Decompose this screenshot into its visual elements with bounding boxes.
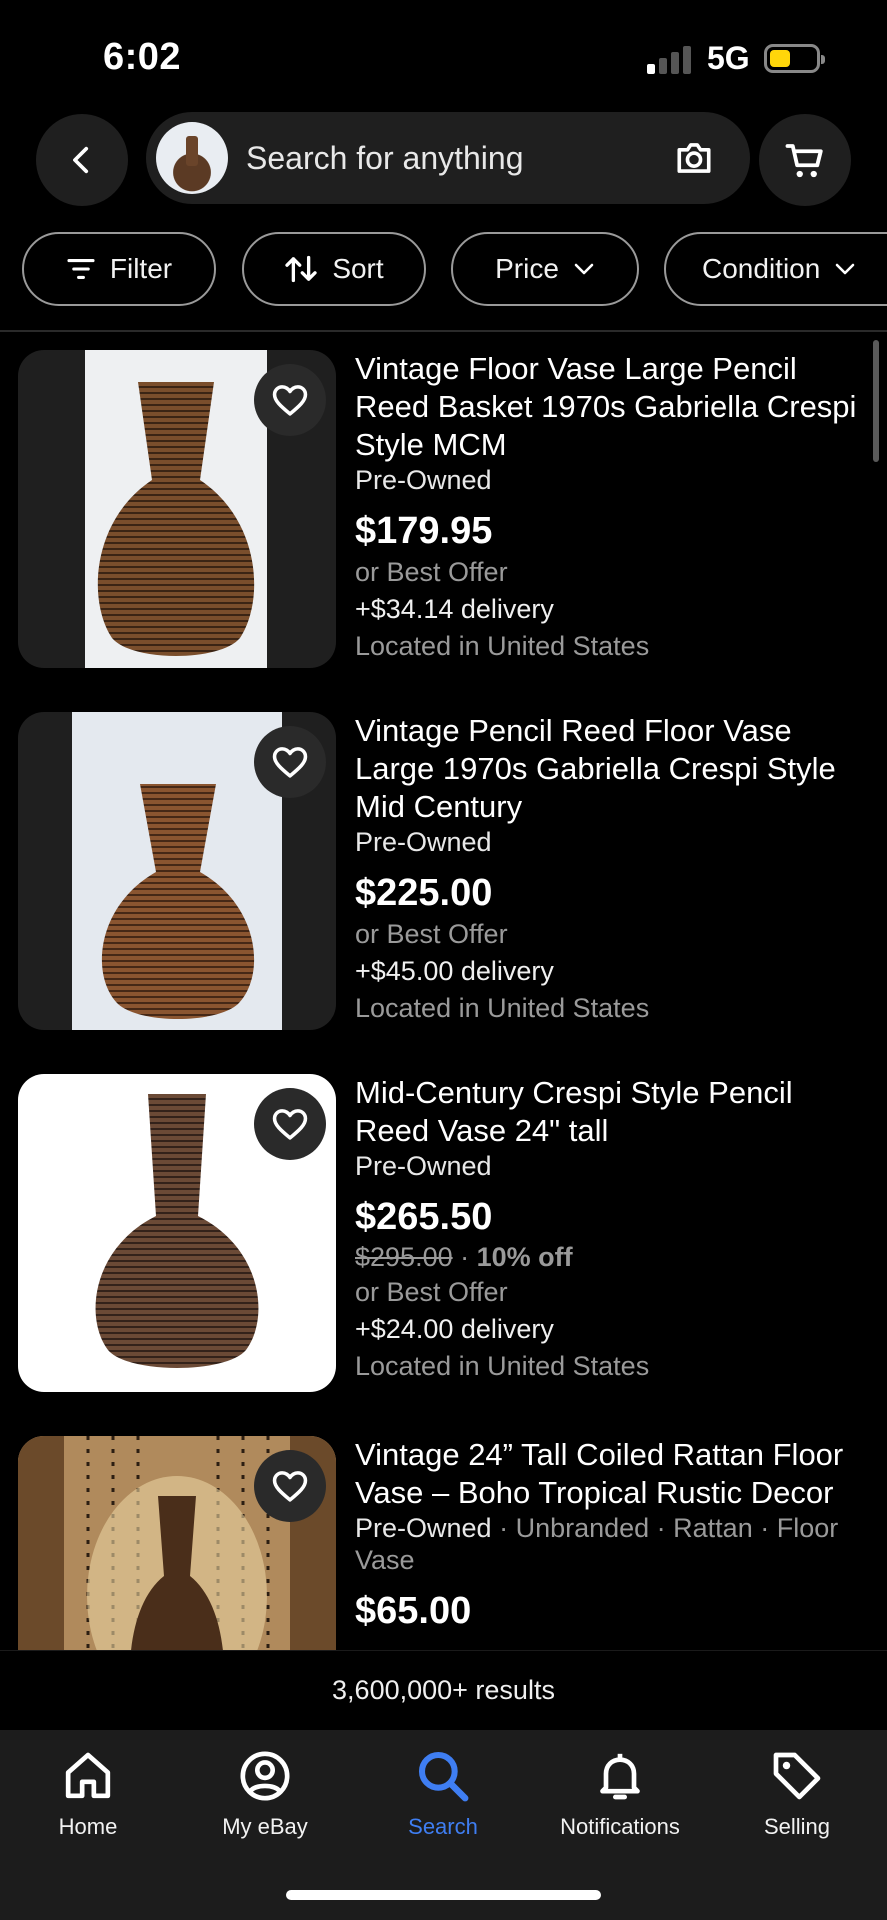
- location-text: Located in United States: [355, 631, 650, 661]
- cart-icon: [785, 144, 823, 178]
- heart-icon: [272, 1109, 308, 1140]
- listing-price: $265.50: [355, 1196, 493, 1238]
- listing-price: $65.00: [355, 1590, 472, 1632]
- search-placeholder: Search for anything: [246, 140, 524, 176]
- status-time: 6:02: [103, 36, 182, 78]
- chevron-down-icon: [836, 263, 855, 275]
- tab-notifications[interactable]: Notifications: [535, 1748, 705, 1858]
- tab-selling[interactable]: Selling: [712, 1748, 882, 1858]
- listing-condition: Pre-Owned: [355, 465, 492, 495]
- listing-price: $179.95: [355, 510, 493, 552]
- profile-icon: [240, 1751, 290, 1801]
- tab-home-label: Home: [58, 1814, 118, 1839]
- listing-title[interactable]: Vintage Floor Vase Large Pencil Reed Bas…: [355, 350, 875, 464]
- home-icon: [65, 1752, 111, 1799]
- condition-chip-label: Condition: [702, 253, 821, 284]
- camera-icon[interactable]: [672, 136, 716, 180]
- bell-icon: [600, 1753, 640, 1800]
- listing-card[interactable]: Vintage Pencil Reed Floor Vase Large 197…: [0, 712, 887, 1074]
- delivery-text: +$45.00 delivery: [355, 956, 554, 986]
- original-price-row: $295.00 · 10% off: [355, 1242, 573, 1272]
- listing-condition: Pre-Owned: [355, 1513, 492, 1543]
- tab-selling-label: Selling: [763, 1814, 831, 1839]
- search-input[interactable]: Search for anything: [146, 112, 750, 204]
- heart-icon: [272, 1471, 308, 1502]
- listing-image[interactable]: [18, 1436, 336, 1650]
- tab-notifications-label: Notifications: [560, 1814, 680, 1839]
- search-image-thumbnail: [156, 122, 228, 194]
- tab-my-ebay[interactable]: My eBay: [180, 1748, 350, 1858]
- listing-title[interactable]: Mid-Century Crespi Style Pencil Reed Vas…: [355, 1074, 875, 1150]
- search-icon: [418, 1751, 469, 1802]
- results-list[interactable]: Vintage Floor Vase Large Pencil Reed Bas…: [0, 350, 887, 1650]
- watch-button[interactable]: [254, 1450, 326, 1522]
- listing-image[interactable]: [18, 1074, 336, 1392]
- battery-icon: [764, 44, 825, 73]
- listing-condition: Pre-Owned: [355, 827, 492, 857]
- location-text: Located in United States: [355, 1351, 650, 1381]
- tab-search-label: Search: [408, 1814, 478, 1839]
- listing-price: $225.00: [355, 872, 493, 914]
- status-bar: 6:02 5G: [0, 0, 887, 110]
- price-chip-label: Price: [495, 253, 559, 284]
- listing-card[interactable]: Mid-Century Crespi Style Pencil Reed Vas…: [0, 1074, 887, 1436]
- listing-condition-row: Pre-Owned · Unbranded · Rattan · Floor V…: [355, 1512, 875, 1576]
- best-offer-text: or Best Offer: [355, 557, 508, 587]
- results-count: 3,600,000+ results: [0, 1650, 887, 1730]
- filter-chip-label: Filter: [109, 253, 173, 284]
- discount-text: 10% off: [476, 1242, 573, 1272]
- home-indicator: [286, 1890, 601, 1900]
- filter-icon: [67, 259, 95, 279]
- listing-title[interactable]: Vintage 24” Tall Coiled Rattan Floor Vas…: [355, 1436, 875, 1512]
- price-chip[interactable]: Price: [451, 232, 639, 306]
- tag-icon: [773, 1752, 821, 1800]
- listing-image[interactable]: [18, 712, 336, 1030]
- tab-my-ebay-label: My eBay: [222, 1814, 308, 1839]
- chevron-down-icon: [574, 263, 594, 275]
- watch-button[interactable]: [254, 1088, 326, 1160]
- delivery-text: +$34.14 delivery: [355, 594, 554, 624]
- header-divider: [0, 330, 887, 332]
- listing-card[interactable]: Vintage Floor Vase Large Pencil Reed Bas…: [0, 350, 887, 712]
- listing-condition: Pre-Owned: [355, 1151, 492, 1181]
- signal-icon: [647, 44, 693, 74]
- tab-home[interactable]: Home: [3, 1748, 173, 1858]
- filter-chip[interactable]: Filter: [22, 232, 216, 306]
- heart-icon: [272, 747, 308, 778]
- cart-button[interactable]: [759, 114, 851, 206]
- filter-chips: Filter Sort Price Condition: [0, 230, 887, 306]
- watch-button[interactable]: [254, 726, 326, 798]
- listing-image[interactable]: [18, 350, 336, 668]
- best-offer-text: or Best Offer: [355, 1277, 508, 1307]
- location-text: Located in United States: [355, 993, 650, 1023]
- listing-title[interactable]: Vintage Pencil Reed Floor Vase Large 197…: [355, 712, 875, 826]
- chevron-left-icon: [73, 146, 89, 174]
- results-count-text: 3,600,000+ results: [332, 1675, 555, 1705]
- original-price: $295.00: [355, 1242, 453, 1272]
- watch-button[interactable]: [254, 364, 326, 436]
- heart-icon: [272, 385, 308, 416]
- listing-card[interactable]: Vintage 24” Tall Coiled Rattan Floor Vas…: [0, 1436, 887, 1650]
- network-type: 5G: [707, 40, 750, 76]
- sort-chip-label: Sort: [332, 253, 384, 284]
- sort-chip[interactable]: Sort: [242, 232, 426, 306]
- back-button[interactable]: [36, 114, 128, 206]
- delivery-text: +$24.00 delivery: [355, 1314, 554, 1344]
- best-offer-text: or Best Offer: [355, 919, 508, 949]
- condition-chip[interactable]: Condition: [664, 232, 887, 306]
- tab-search[interactable]: Search: [358, 1748, 528, 1858]
- search-header: Search for anything: [0, 110, 887, 210]
- sort-icon: [285, 255, 317, 283]
